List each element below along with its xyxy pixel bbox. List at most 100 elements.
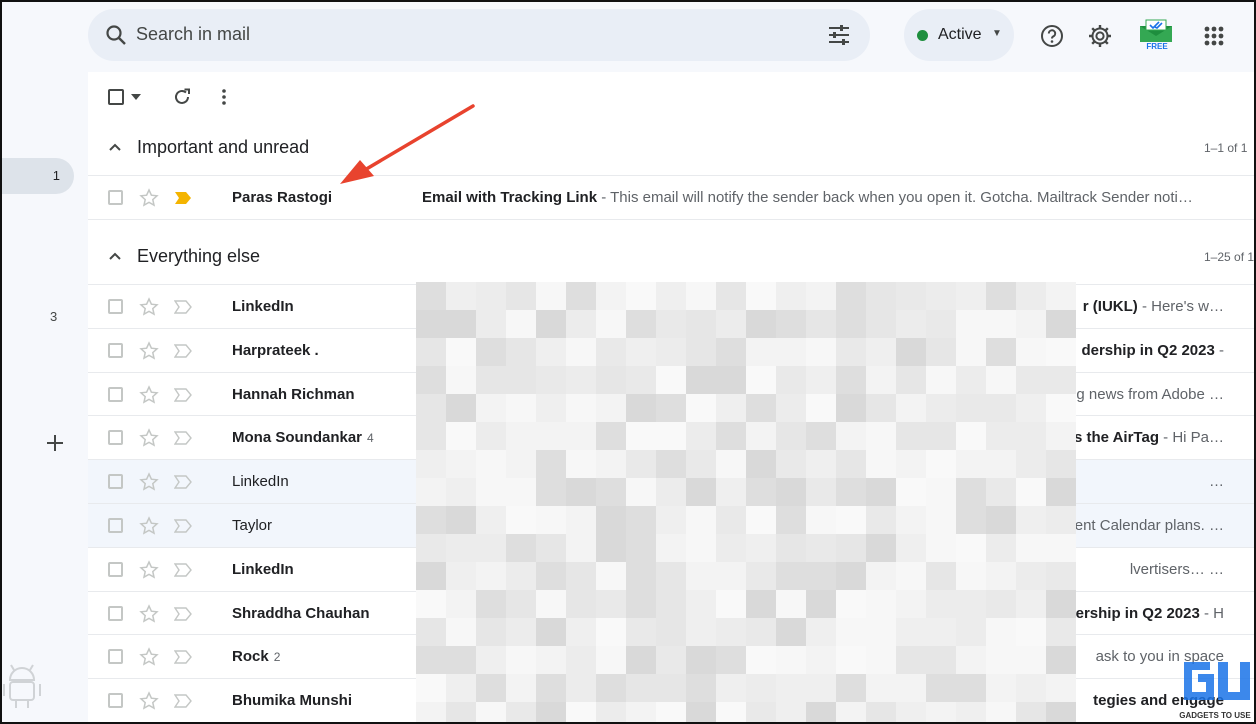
sender-name: Bhumika Munshi [232, 692, 352, 709]
search-icon[interactable] [104, 23, 128, 47]
table-row[interactable]: Paras Rastogi Email with Tracking Link -… [88, 176, 1256, 220]
important-list: Paras Rastogi Email with Tracking Link -… [88, 175, 1256, 220]
subject-text: dership in Q2 2023 [1066, 604, 1200, 622]
top-bar: Search in mail Active ▼ FREE [88, 0, 1256, 72]
select-dropdown-icon[interactable] [131, 93, 141, 101]
section-everything-else[interactable]: Everything else 1–25 of 1 [88, 235, 1256, 279]
star-icon[interactable] [139, 647, 159, 667]
message-snippet: - This email will notify the sender back… [597, 189, 1193, 206]
search-bar[interactable]: Search in mail [88, 9, 870, 61]
active-status-dot [917, 30, 928, 41]
chevron-down-icon: ▼ [992, 28, 1002, 39]
important-marker-icon[interactable] [174, 606, 192, 621]
thread-count: 4 [367, 431, 374, 446]
important-marker-icon[interactable] [174, 344, 192, 358]
star-icon[interactable] [139, 384, 159, 405]
row-checkbox[interactable] [108, 386, 123, 402]
sender-text: Hannah Richman [232, 385, 355, 403]
android-mascot-icon [3, 664, 41, 708]
sender-name: LinkedIn [232, 298, 294, 315]
star-icon[interactable] [139, 603, 159, 624]
section-range: 1–1 of 1 [1204, 141, 1248, 155]
star-icon[interactable] [139, 297, 159, 317]
section-title: Everything else [137, 246, 261, 266]
row-checkbox[interactable] [108, 190, 123, 205]
sender-name: Paras Rastogi [232, 189, 333, 206]
list-toolbar [88, 72, 1256, 122]
star-icon[interactable] [139, 472, 159, 492]
chevron-up-icon[interactable] [108, 251, 122, 261]
row-checkbox[interactable] [108, 430, 123, 446]
rail-mail-badge[interactable]: 1 [0, 158, 74, 194]
important-marker-icon[interactable] [174, 563, 192, 577]
chevron-up-icon[interactable] [108, 142, 122, 152]
section-range: 1–25 of 1 [1204, 250, 1255, 264]
subject-text: dership in Q2 2023 [1081, 341, 1215, 359]
star-icon[interactable] [139, 188, 159, 208]
status-selector[interactable]: Active ▼ [904, 9, 1014, 61]
star-icon[interactable] [139, 341, 159, 361]
star-icon[interactable] [139, 516, 159, 536]
search-options-icon[interactable] [826, 22, 852, 48]
section-title: Important and unread [137, 137, 310, 157]
message-preview: g news from Adobe … [1076, 386, 1224, 403]
subject-text: s the AirTag [1073, 429, 1159, 447]
row-checkbox[interactable] [108, 517, 123, 533]
row-checkbox[interactable] [108, 649, 123, 665]
star-icon[interactable] [139, 691, 159, 711]
important-marker-icon[interactable] [174, 431, 192, 446]
sender-text: Shraddha Chauhan [232, 604, 370, 622]
important-marker-icon[interactable] [174, 191, 192, 205]
apps-grid-icon[interactable] [1200, 22, 1228, 50]
left-rail: 1 3 [0, 0, 88, 724]
sender-text: LinkedIn [232, 560, 294, 578]
message-preview: dership in Q2 2023 - H [1066, 605, 1224, 622]
section-important-unread[interactable]: Important and unread 1–1 of 1 [88, 126, 1256, 170]
message-snippet: g news from Adobe … [1076, 385, 1224, 403]
select-all-checkbox[interactable] [108, 89, 124, 105]
star-icon[interactable] [139, 428, 159, 448]
mailtrack-extension-button[interactable]: FREE [1138, 16, 1174, 54]
important-marker-icon[interactable] [174, 387, 192, 402]
message-snippet: lvertisers… … [1129, 560, 1224, 578]
sender-name: Taylor [232, 517, 272, 534]
mailtrack-envelope-icon [1140, 19, 1172, 42]
row-checkbox[interactable] [108, 561, 123, 577]
message-snippet: - H [1199, 604, 1224, 622]
row-checkbox[interactable] [108, 693, 123, 709]
search-input[interactable]: Search in mail [136, 24, 250, 45]
message-snippet: - [1214, 341, 1224, 359]
sender-text: LinkedIn [232, 298, 294, 315]
important-marker-icon[interactable] [174, 694, 192, 708]
plus-icon[interactable] [44, 432, 66, 454]
sender-name: Harprateek . [232, 342, 319, 359]
help-icon[interactable] [1038, 22, 1066, 50]
sender-text: LinkedIn [232, 473, 289, 491]
star-icon[interactable] [139, 559, 159, 580]
watermark-text: GADGETS TO USE [1179, 711, 1251, 720]
important-marker-icon[interactable] [174, 519, 192, 533]
sender-text: Taylor [232, 516, 273, 534]
important-marker-icon[interactable] [174, 475, 192, 489]
gadgets-to-use-logo-icon [1184, 662, 1250, 700]
sender-name: LinkedIn [232, 473, 289, 490]
sender-name: Mona Soundankar 4 [232, 429, 374, 446]
important-marker-icon[interactable] [174, 650, 192, 665]
message-snippet: ent Calendar plans. … [1074, 516, 1224, 534]
status-label: Active [938, 26, 982, 43]
row-checkbox[interactable] [108, 605, 123, 621]
gear-icon[interactable] [1086, 22, 1114, 50]
sender-name: Rock 2 [232, 648, 280, 665]
sender-name: Shraddha Chauhan [232, 605, 370, 622]
row-checkbox[interactable] [108, 342, 123, 358]
sender-name: Hannah Richman [232, 386, 355, 403]
row-checkbox[interactable] [108, 474, 123, 490]
subject-text: Email with Tracking Link [422, 189, 598, 206]
more-options-icon[interactable] [216, 86, 232, 108]
row-checkbox[interactable] [108, 299, 123, 314]
message-snippet: - Hi Pa… [1158, 429, 1224, 447]
refresh-icon[interactable] [171, 86, 193, 108]
message-preview: dership in Q2 2023 - [1081, 342, 1224, 359]
important-marker-icon[interactable] [174, 300, 192, 314]
message-preview: r (IUKL) - Here's w… [1083, 298, 1224, 315]
